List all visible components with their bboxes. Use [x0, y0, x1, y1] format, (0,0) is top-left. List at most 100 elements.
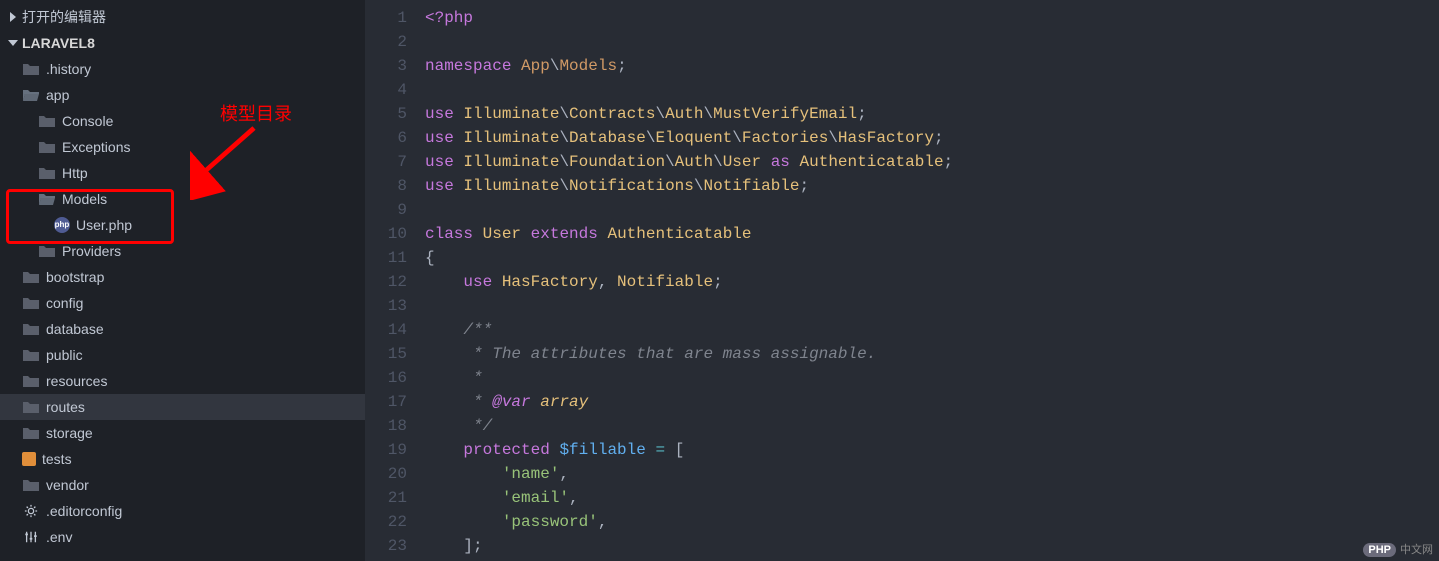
code-line: {	[425, 246, 1439, 270]
line-number-gutter: 1234567891011121314151617181920212223	[365, 6, 425, 561]
watermark-text: 中文网	[1400, 544, 1433, 556]
tree-item-bootstrap[interactable]: bootstrap	[0, 264, 365, 290]
tests-folder-icon	[22, 452, 36, 466]
folder-icon	[22, 269, 40, 285]
tree-item-label: Http	[62, 165, 88, 181]
tree-item-label: Exceptions	[62, 139, 130, 155]
line-number: 21	[365, 486, 407, 510]
tree-item-label: app	[46, 87, 69, 103]
folder-icon	[38, 139, 56, 155]
tree-item-providers[interactable]: Providers	[0, 238, 365, 264]
tree-item-label: bootstrap	[46, 269, 104, 285]
line-number: 16	[365, 366, 407, 390]
code-line: * @var array	[425, 390, 1439, 414]
tree-item-userphp[interactable]: php User.php	[0, 212, 365, 238]
tree-item-vendor[interactable]: vendor	[0, 472, 365, 498]
tree-item-resources[interactable]: resources	[0, 368, 365, 394]
code-line: */	[425, 414, 1439, 438]
editorconfig-icon	[22, 503, 40, 519]
tree-item-storage[interactable]: storage	[0, 420, 365, 446]
code-line: protected $fillable = [	[425, 438, 1439, 462]
tree-item-label: Providers	[62, 243, 121, 259]
folder-icon	[22, 399, 40, 415]
folder-icon	[22, 295, 40, 311]
tree-item-app[interactable]: app	[0, 82, 365, 108]
env-icon	[22, 529, 40, 545]
tree-item-env[interactable]: .env	[0, 524, 365, 550]
folder-icon	[22, 347, 40, 363]
tree-item-label: .editorconfig	[46, 503, 122, 519]
folder-open-icon	[38, 191, 56, 207]
tree-item-label: vendor	[46, 477, 89, 493]
line-number: 3	[365, 54, 407, 78]
php-file-icon: php	[54, 217, 70, 233]
code-line	[425, 30, 1439, 54]
tree-item-tests[interactable]: tests	[0, 446, 365, 472]
tree-item-label: resources	[46, 373, 107, 389]
code-line: <?php	[425, 6, 1439, 30]
code-line: use Illuminate\Database\Eloquent\Factori…	[425, 126, 1439, 150]
code-line: *	[425, 366, 1439, 390]
tree-item-label: database	[46, 321, 104, 337]
tree-item-label: .env	[46, 529, 72, 545]
line-number: 23	[365, 534, 407, 558]
tree-item-label: Models	[62, 191, 107, 207]
code-line: use HasFactory, Notifiable;	[425, 270, 1439, 294]
chevron-down-icon	[6, 36, 20, 50]
code-line	[425, 198, 1439, 222]
tree-item-history[interactable]: .history	[0, 56, 365, 82]
tree-item-exceptions[interactable]: Exceptions	[0, 134, 365, 160]
code-line: 'email',	[425, 486, 1439, 510]
line-number: 7	[365, 150, 407, 174]
code-content[interactable]: <?php namespace App\Models; use Illuminate…	[425, 6, 1439, 561]
code-line: /**	[425, 318, 1439, 342]
tree-item-routes[interactable]: routes	[0, 394, 365, 420]
folder-icon	[22, 321, 40, 337]
line-number: 1	[365, 6, 407, 30]
tree-item-public[interactable]: public	[0, 342, 365, 368]
line-number: 11	[365, 246, 407, 270]
open-editors-section[interactable]: 打开的编辑器	[0, 4, 365, 30]
tree-item-label: routes	[46, 399, 85, 415]
chevron-right-icon	[6, 10, 20, 24]
code-line: * The attributes that are mass assignabl…	[425, 342, 1439, 366]
line-number: 12	[365, 270, 407, 294]
code-line: ];	[425, 534, 1439, 558]
folder-open-icon	[22, 87, 40, 103]
line-number: 8	[365, 174, 407, 198]
tree-item-config[interactable]: config	[0, 290, 365, 316]
tree-item-console[interactable]: Console	[0, 108, 365, 134]
project-root[interactable]: LARAVEL8	[0, 30, 365, 56]
line-number: 10	[365, 222, 407, 246]
tree-item-label: storage	[46, 425, 93, 441]
folder-icon	[38, 113, 56, 129]
file-explorer: 打开的编辑器 LARAVEL8 .history app Console Except…	[0, 0, 365, 561]
tree-item-label: config	[46, 295, 83, 311]
line-number: 17	[365, 390, 407, 414]
tree-item-http[interactable]: Http	[0, 160, 365, 186]
folder-icon	[22, 425, 40, 441]
project-name-label: LARAVEL8	[22, 35, 95, 51]
folder-icon	[22, 477, 40, 493]
code-line: use Illuminate\Contracts\Auth\MustVerify…	[425, 102, 1439, 126]
line-number: 20	[365, 462, 407, 486]
tree-item-label: Console	[62, 113, 113, 129]
tree-item-editorconfig[interactable]: .editorconfig	[0, 498, 365, 524]
tree-item-database[interactable]: database	[0, 316, 365, 342]
code-line: use Illuminate\Foundation\Auth\User as A…	[425, 150, 1439, 174]
folder-icon	[22, 61, 40, 77]
line-number: 18	[365, 414, 407, 438]
tree-item-label: .history	[46, 61, 91, 77]
tree-item-label: User.php	[76, 217, 132, 233]
tree-item-label: public	[46, 347, 83, 363]
code-line: use Illuminate\Notifications\Notifiable;	[425, 174, 1439, 198]
watermark: PHP中文网	[1363, 541, 1433, 557]
code-editor[interactable]: 1234567891011121314151617181920212223 <?…	[365, 0, 1439, 561]
code-line: namespace App\Models;	[425, 54, 1439, 78]
folder-icon	[22, 373, 40, 389]
code-line	[425, 294, 1439, 318]
folder-icon	[38, 243, 56, 259]
line-number: 13	[365, 294, 407, 318]
tree-item-models[interactable]: Models	[0, 186, 365, 212]
line-number: 5	[365, 102, 407, 126]
